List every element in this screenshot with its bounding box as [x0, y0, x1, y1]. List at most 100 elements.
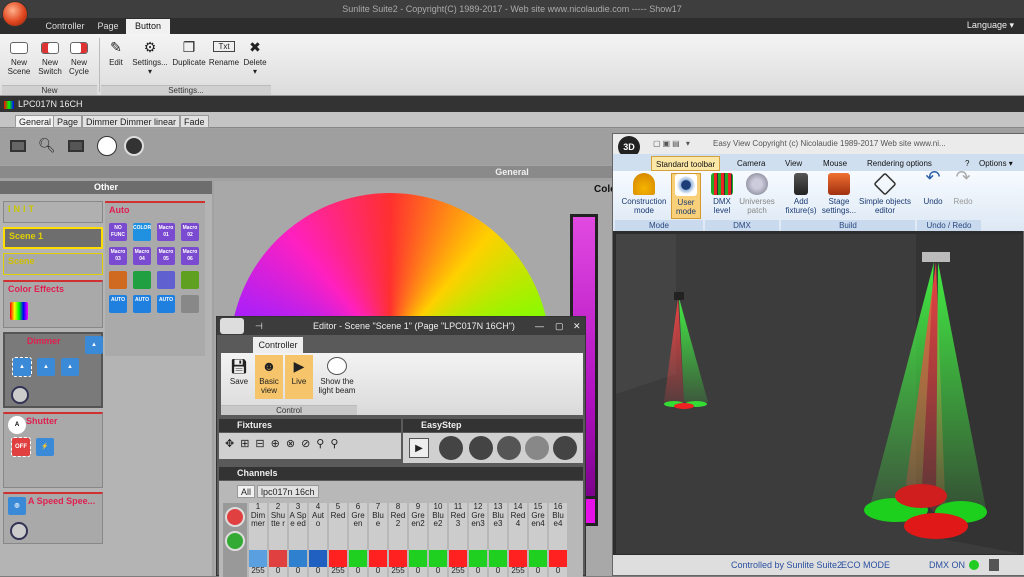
auto-preset-button[interactable]: [181, 271, 199, 289]
tab-controller[interactable]: Controller: [40, 19, 90, 34]
auto-preset-button[interactable]: Macro 05: [157, 247, 175, 265]
close-icon[interactable]: ✕: [573, 317, 581, 335]
channel-column[interactable]: 14 Red 4 255: [509, 503, 527, 577]
auto-preset-button[interactable]: Macro 02: [181, 223, 199, 241]
tab-fade[interactable]: Fade: [180, 115, 209, 128]
black-circle-button[interactable]: [124, 136, 144, 156]
scene1-button[interactable]: Scene 1: [3, 227, 103, 249]
scene-button[interactable]: Scene: [3, 253, 103, 275]
channel-column[interactable]: 2 Shu tte r0: [269, 503, 287, 577]
color-effect-icon[interactable]: [10, 302, 28, 320]
sync-icon[interactable]: [525, 436, 549, 460]
lock-icon[interactable]: [989, 559, 999, 571]
fixtures-toolbar[interactable]: ✥⊞⊟⊕⊗⊘⚲⚲: [219, 433, 401, 459]
auto-preset-button[interactable]: [109, 271, 127, 289]
edit-button[interactable]: ✎ Edit: [104, 38, 128, 68]
play-icon[interactable]: ▶: [409, 438, 429, 458]
target-icon[interactable]: [553, 436, 577, 460]
basic-view-button[interactable]: ☻ Basic view: [255, 355, 283, 399]
delete-button[interactable]: ✖ Delete ▾: [241, 38, 269, 77]
channel-column[interactable]: 11 Red 3 255: [449, 503, 467, 577]
dimmer-preset-2[interactable]: ▲: [37, 358, 55, 376]
dimmer-preset-1[interactable]: ▲: [12, 357, 32, 377]
construction-mode-button[interactable]: Construction mode: [617, 173, 671, 215]
init-button[interactable]: INIT: [3, 201, 103, 223]
stage-settings-button[interactable]: Stage settings...: [819, 173, 859, 215]
channel-tab-fixture[interactable]: lpc017n 16ch: [257, 485, 319, 498]
shutter-preset-2[interactable]: ⚡: [36, 438, 54, 456]
channel-column[interactable]: 8 Red 2 255: [389, 503, 407, 577]
tab-button[interactable]: Button: [126, 19, 170, 34]
universes-patch-button[interactable]: Universes patch: [737, 173, 777, 215]
loop-icon[interactable]: [439, 436, 463, 460]
channel-column[interactable]: 6 Gre en 0: [349, 503, 367, 577]
editor-pin-icon[interactable]: ⊣: [255, 317, 263, 335]
search-icon[interactable]: 🔍︎: [38, 137, 56, 154]
channel-column[interactable]: 12 Gre en3 0: [469, 503, 487, 577]
new-switch-button[interactable]: New Switch: [35, 38, 65, 76]
add-fixture-button[interactable]: Add fixture(s): [783, 173, 819, 215]
minimize-icon[interactable]: —: [535, 317, 544, 335]
tab-general[interactable]: General: [15, 115, 56, 128]
sound-icon[interactable]: [497, 436, 521, 460]
channel-column[interactable]: 16 Blu e4 0: [549, 503, 567, 577]
auto-preset-button[interactable]: NO FUNC: [109, 223, 127, 241]
auto-preset-button[interactable]: Macro 03: [109, 247, 127, 265]
tab-view[interactable]: View: [781, 156, 806, 171]
user-mode-button[interactable]: User mode: [671, 173, 701, 219]
editor-tab-controller[interactable]: Controller: [253, 337, 303, 353]
auto-preset-button[interactable]: Macro 01: [157, 223, 175, 241]
dmx-level-button[interactable]: DMX level: [707, 173, 737, 215]
maximize-icon[interactable]: ▢: [555, 317, 564, 335]
tab-dimmer[interactable]: Dimmer Dimmer linear: [82, 115, 181, 128]
shutter-preset-1[interactable]: OFF: [11, 437, 31, 457]
simple-objects-editor-button[interactable]: Simple objects editor: [857, 172, 913, 215]
new-cycle-button[interactable]: New Cycle: [64, 38, 94, 76]
channel-column[interactable]: 10 Blu e2 0: [429, 503, 447, 577]
channel-column[interactable]: 15 Gre en4 0: [529, 503, 547, 577]
record-icon[interactable]: [225, 507, 245, 527]
channel-column[interactable]: 13 Blu e3 0: [489, 503, 507, 577]
tab-page-settings[interactable]: Page: [53, 115, 83, 128]
redo-button[interactable]: ↷ Redo: [949, 168, 977, 206]
quick-access-icons[interactable]: ▢▣▤ ▾: [653, 134, 692, 154]
auto-preset-button[interactable]: Macro 06: [181, 247, 199, 265]
duplicate-button[interactable]: ❐ Duplicate: [170, 38, 208, 68]
channel-column[interactable]: 1 Dim mer 255: [249, 503, 267, 577]
channel-tab-all[interactable]: All: [237, 485, 256, 498]
live-button[interactable]: ▶ Live: [285, 355, 313, 399]
settings-button[interactable]: ⚙ Settings... ▾: [130, 38, 170, 77]
new-scene-button[interactable]: New Scene: [4, 38, 34, 76]
power-icon[interactable]: [225, 531, 245, 551]
show-beam-button[interactable]: Show the light beam: [315, 357, 359, 395]
tab-standard-toolbar[interactable]: Standard toolbar: [651, 156, 721, 171]
auto-preset-button[interactable]: Macro 04: [133, 247, 151, 265]
channel-column[interactable]: 5 Red 255: [329, 503, 347, 577]
auto-preset-button[interactable]: [181, 295, 199, 313]
3d-scene-viewport[interactable]: [616, 234, 1022, 554]
channel-column[interactable]: 4 Aut o0: [309, 503, 327, 577]
tab-camera[interactable]: Camera: [733, 156, 769, 171]
tab-mouse[interactable]: Mouse: [819, 156, 851, 171]
save-button[interactable]: 💾︎ Save: [227, 357, 251, 387]
auto-preset-button[interactable]: AUTO: [109, 295, 127, 313]
screen-icon[interactable]: [10, 140, 26, 152]
options-menu[interactable]: Options ▾: [975, 156, 1017, 171]
rename-button[interactable]: Txt Rename: [208, 38, 240, 67]
step-icon[interactable]: [469, 436, 493, 460]
language-menu[interactable]: Language ▾: [967, 20, 1014, 31]
channel-column[interactable]: 3A Spe ed 0: [289, 503, 307, 577]
auto-preset-button[interactable]: AUTO: [157, 295, 175, 313]
channel-column[interactable]: 9 Gre en2 0: [409, 503, 427, 577]
app-menu-orb-icon[interactable]: [2, 1, 28, 27]
dimmer-preset-3[interactable]: ▲: [61, 358, 79, 376]
channel-column[interactable]: 7 Blu e0: [369, 503, 387, 577]
auto-preset-button[interactable]: COLOR: [133, 223, 151, 241]
auto-preset-button[interactable]: [133, 271, 151, 289]
white-circle-button[interactable]: [97, 136, 117, 156]
aspeed-knob-icon[interactable]: [10, 522, 28, 540]
auto-preset-button[interactable]: AUTO: [133, 295, 151, 313]
tab-page[interactable]: Page: [92, 19, 124, 34]
undo-button[interactable]: ↶ Undo: [919, 168, 947, 206]
dimmer-knob-icon[interactable]: [11, 386, 29, 404]
